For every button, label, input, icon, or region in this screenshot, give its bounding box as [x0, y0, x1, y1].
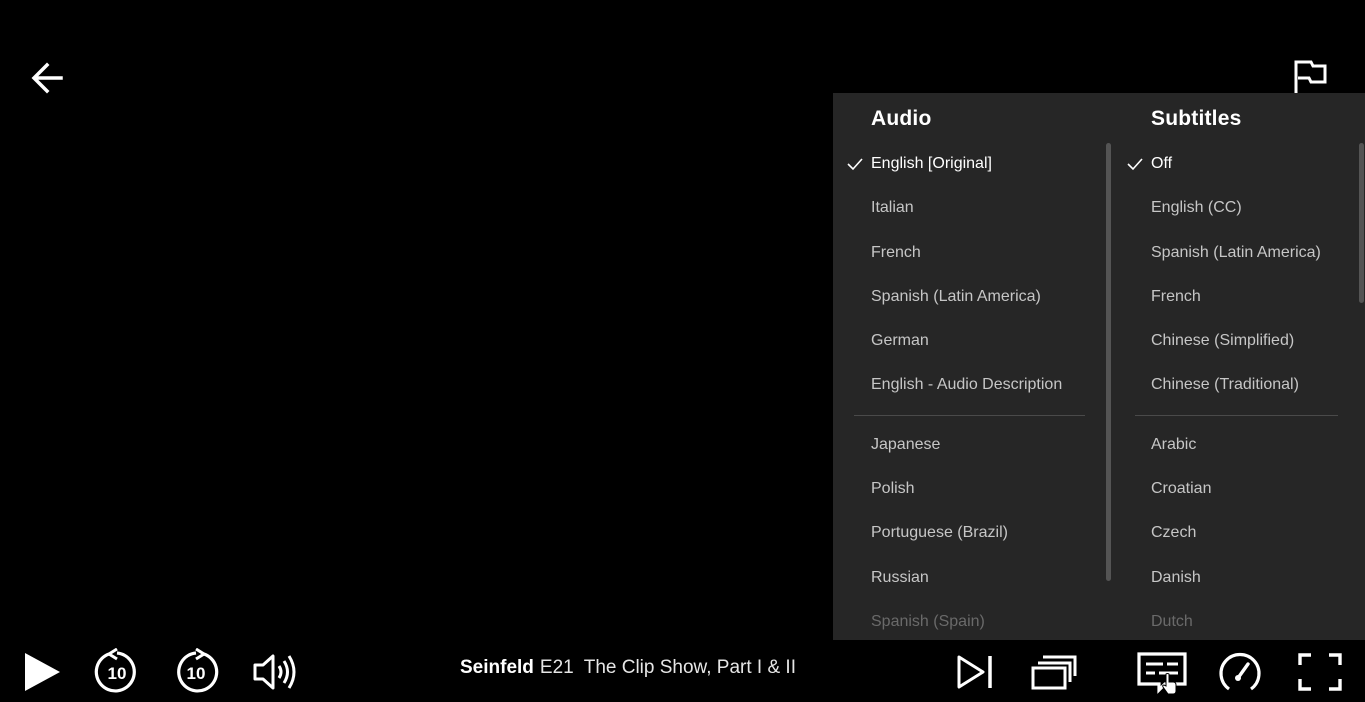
subtitles-list: Off English (CC) Spanish (Latin America)…: [1113, 142, 1343, 640]
subtitle-option-french[interactable]: French: [1113, 275, 1343, 319]
rewind-10-icon: 10: [94, 648, 136, 693]
audio-option-label: Spanish (Latin America): [871, 287, 1041, 305]
audio-option-label: Japanese: [871, 435, 941, 453]
audio-option-italian[interactable]: Italian: [833, 186, 1095, 230]
audio-option-spanish-latam[interactable]: Spanish (Latin America): [833, 275, 1095, 319]
episodes-button[interactable]: [1028, 644, 1080, 700]
subtitle-option-chinese-simplified[interactable]: Chinese (Simplified): [1113, 319, 1343, 363]
subtitle-option-spanish-latam[interactable]: Spanish (Latin America): [1113, 231, 1343, 275]
subtitles-column-title: Subtitles: [1151, 107, 1242, 130]
audio-scrollbar[interactable]: [1106, 143, 1111, 581]
audio-option-french[interactable]: French: [833, 231, 1095, 275]
speedometer-icon: [1219, 652, 1261, 691]
subtitle-option-danish[interactable]: Danish: [1113, 556, 1343, 600]
subtitle-option-label: Czech: [1151, 524, 1197, 542]
checkmark-icon: [1127, 158, 1143, 171]
subtitle-option-off[interactable]: Off: [1113, 142, 1343, 186]
subtitle-option-czech[interactable]: Czech: [1113, 511, 1343, 555]
subtitles-scrollbar[interactable]: [1359, 143, 1364, 303]
subtitle-option-chinese-traditional[interactable]: Chinese (Traditional): [1113, 363, 1343, 407]
subtitle-option-label: Dutch: [1151, 612, 1193, 630]
subtitle-option-label: French: [1151, 287, 1201, 305]
forward-10-button[interactable]: 10: [170, 644, 222, 700]
flag-icon: [1294, 60, 1327, 95]
volume-icon: [253, 654, 296, 690]
episode-number: E21: [539, 657, 574, 678]
arrow-left-icon: [31, 62, 63, 94]
next-episode-icon: [957, 655, 992, 689]
audio-option-japanese[interactable]: Japanese: [833, 423, 1095, 467]
audio-option-russian[interactable]: Russian: [833, 556, 1095, 600]
subtitle-option-label: Spanish (Latin America): [1151, 243, 1321, 261]
audio-option-label: Portuguese (Brazil): [871, 524, 1008, 542]
audio-option-portuguese-brazil[interactable]: Portuguese (Brazil): [833, 511, 1095, 555]
report-problem-button[interactable]: [1286, 56, 1332, 98]
audio-option-polish[interactable]: Polish: [833, 467, 1095, 511]
subtitles-icon: [1137, 652, 1187, 694]
audio-divider: [833, 408, 1095, 423]
rewind-seconds: 10: [108, 664, 127, 683]
episodes-icon: [1031, 655, 1077, 690]
forward-10-icon: 10: [177, 648, 219, 693]
audio-option-spanish-spain[interactable]: Spanish (Spain): [833, 600, 1095, 640]
audio-option-label: French: [871, 243, 921, 261]
subtitle-option-label: Off: [1151, 155, 1173, 172]
audio-column-title: Audio: [871, 107, 932, 130]
subtitle-option-label: Croatian: [1151, 480, 1212, 498]
audio-option-german[interactable]: German: [833, 319, 1095, 363]
play-button[interactable]: [18, 644, 64, 700]
rewind-10-button[interactable]: 10: [92, 644, 142, 700]
volume-button[interactable]: [250, 644, 300, 700]
audio-option-label: English - Audio Description: [871, 376, 1063, 394]
audio-option-label: Spanish (Spain): [871, 612, 985, 630]
next-episode-button[interactable]: [952, 644, 998, 700]
divider-line: [1135, 414, 1338, 416]
audio-option-label: German: [871, 332, 929, 350]
playback-speed-button[interactable]: [1214, 644, 1266, 700]
back-button[interactable]: [24, 56, 70, 100]
subtitle-option-label: Arabic: [1151, 435, 1197, 453]
audio-option-label: Italian: [871, 199, 914, 217]
audio-option-label: English [Original]: [871, 155, 992, 172]
subtitle-option-croatian[interactable]: Croatian: [1113, 467, 1343, 511]
audio-option-english-ad[interactable]: English - Audio Description: [833, 363, 1095, 407]
subtitle-option-label: English (CC): [1151, 199, 1242, 217]
subtitle-option-arabic[interactable]: Arabic: [1113, 423, 1343, 467]
show-title: Seinfeld: [460, 657, 534, 678]
episode-title-bar: Seinfeld E21 The Clip Show, Part I & II: [460, 655, 796, 681]
audio-list: English [Original] Italian French Spanis…: [833, 142, 1095, 640]
play-icon: [25, 653, 60, 691]
subtitle-option-dutch[interactable]: Dutch: [1113, 600, 1343, 640]
episode-title: The Clip Show, Part I & II: [583, 657, 796, 678]
audio-subtitles-button[interactable]: [1132, 644, 1192, 700]
checkmark-icon: [847, 158, 863, 171]
subtitle-option-label: Chinese (Traditional): [1151, 376, 1299, 394]
subtitle-option-label: Danish: [1151, 568, 1201, 586]
subtitles-divider: [1113, 408, 1343, 423]
fullscreen-icon: [1298, 653, 1342, 691]
audio-option-label: Russian: [871, 568, 929, 586]
subtitle-option-label: Chinese (Simplified): [1151, 332, 1295, 350]
audio-subtitles-panel: Audio Subtitles English [Original] Itali…: [833, 93, 1365, 640]
audio-option-english-original[interactable]: English [Original]: [833, 142, 1095, 186]
divider-line: [854, 414, 1085, 416]
fullscreen-button[interactable]: [1292, 644, 1348, 700]
subtitle-option-english-cc[interactable]: English (CC): [1113, 186, 1343, 230]
audio-option-label: Polish: [871, 480, 915, 498]
forward-seconds: 10: [187, 664, 206, 683]
